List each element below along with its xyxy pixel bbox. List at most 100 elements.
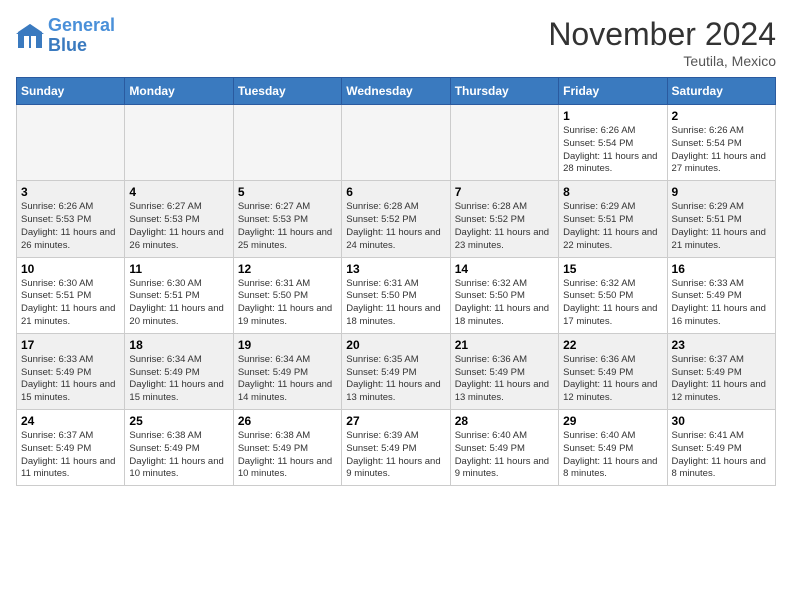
calendar-week-1: 1 Sunrise: 6:26 AM Sunset: 5:54 PM Daylig… — [17, 105, 776, 181]
day-info: Sunrise: 6:41 AM Sunset: 5:49 PM Dayligh… — [672, 430, 771, 481]
calendar-cell: 9 Sunrise: 6:29 AM Sunset: 5:51 PM Daylig… — [667, 181, 775, 257]
day-number: 15 — [563, 262, 662, 276]
weekday-header-thursday: Thursday — [450, 78, 558, 105]
day-info: Sunrise: 6:31 AM Sunset: 5:50 PM Dayligh… — [238, 278, 337, 329]
day-number: 27 — [346, 414, 445, 428]
day-info: Sunrise: 6:27 AM Sunset: 5:53 PM Dayligh… — [129, 201, 228, 252]
day-info: Sunrise: 6:27 AM Sunset: 5:53 PM Dayligh… — [238, 201, 337, 252]
calendar-cell — [125, 105, 233, 181]
day-number: 24 — [21, 414, 120, 428]
calendar-cell: 11Sunrise: 6:30 AM Sunset: 5:51 PM Dayli… — [125, 257, 233, 333]
calendar-cell: 23 Sunrise: 6:37 AM Sunset: 5:49 PM Dayli… — [667, 333, 775, 409]
logo-text: General Blue — [48, 16, 115, 56]
calendar-table: SundayMondayTuesdayWednesdayThursdayFrid… — [16, 77, 776, 486]
day-number: 10 — [21, 262, 120, 276]
calendar-cell: 24 Sunrise: 6:37 AM Sunset: 5:49 PM Dayli… — [17, 410, 125, 486]
calendar-cell: 19 Sunrise: 6:34 AM Sunset: 5:49 PM Dayli… — [233, 333, 341, 409]
day-info: Sunrise: 6:30 AM Sunset: 5:51 PM Dayligh… — [129, 278, 228, 329]
calendar-cell: 6 Sunrise: 6:28 AM Sunset: 5:52 PM Daylig… — [342, 181, 450, 257]
day-number: 16 — [672, 262, 771, 276]
calendar-week-5: 24 Sunrise: 6:37 AM Sunset: 5:49 PM Dayli… — [17, 410, 776, 486]
calendar-cell — [450, 105, 558, 181]
calendar-cell: 29 Sunrise: 6:40 AM Sunset: 5:49 PM Dayli… — [559, 410, 667, 486]
location: Teutila, Mexico — [548, 53, 776, 69]
calendar-cell: 2Sunrise: 6:26 AM Sunset: 5:54 PM Daylig… — [667, 105, 775, 181]
weekday-header-saturday: Saturday — [667, 78, 775, 105]
day-info: Sunrise: 6:36 AM Sunset: 5:49 PM Dayligh… — [563, 354, 662, 405]
day-info: Sunrise: 6:33 AM Sunset: 5:49 PM Dayligh… — [672, 278, 771, 329]
day-info: Sunrise: 6:36 AM Sunset: 5:49 PM Dayligh… — [455, 354, 554, 405]
logo-line1: General — [48, 15, 115, 35]
day-number: 14 — [455, 262, 554, 276]
day-info: Sunrise: 6:31 AM Sunset: 5:50 PM Dayligh… — [346, 278, 445, 329]
calendar-cell: 17 Sunrise: 6:33 AM Sunset: 5:49 PM Dayli… — [17, 333, 125, 409]
day-info: Sunrise: 6:40 AM Sunset: 5:49 PM Dayligh… — [563, 430, 662, 481]
day-info: Sunrise: 6:26 AM Sunset: 5:54 PM Dayligh… — [672, 125, 771, 176]
day-number: 21 — [455, 338, 554, 352]
calendar-cell: 25Sunrise: 6:38 AM Sunset: 5:49 PM Dayli… — [125, 410, 233, 486]
day-number: 6 — [346, 185, 445, 199]
weekday-header-row: SundayMondayTuesdayWednesdayThursdayFrid… — [17, 78, 776, 105]
day-info: Sunrise: 6:28 AM Sunset: 5:52 PM Dayligh… — [346, 201, 445, 252]
calendar-cell: 21 Sunrise: 6:36 AM Sunset: 5:49 PM Dayli… — [450, 333, 558, 409]
day-number: 17 — [21, 338, 120, 352]
day-info: Sunrise: 6:34 AM Sunset: 5:49 PM Dayligh… — [238, 354, 337, 405]
calendar-week-4: 17 Sunrise: 6:33 AM Sunset: 5:49 PM Dayli… — [17, 333, 776, 409]
day-info: Sunrise: 6:26 AM Sunset: 5:53 PM Dayligh… — [21, 201, 120, 252]
day-info: Sunrise: 6:34 AM Sunset: 5:49 PM Dayligh… — [129, 354, 228, 405]
day-number: 9 — [672, 185, 771, 199]
calendar-cell: 26Sunrise: 6:38 AM Sunset: 5:49 PM Dayli… — [233, 410, 341, 486]
day-number: 19 — [238, 338, 337, 352]
day-number: 13 — [346, 262, 445, 276]
page-header: General Blue November 2024 Teutila, Mexi… — [16, 16, 776, 69]
day-number: 18 — [129, 338, 228, 352]
day-number: 29 — [563, 414, 662, 428]
weekday-header-monday: Monday — [125, 78, 233, 105]
calendar-cell: 13 Sunrise: 6:31 AM Sunset: 5:50 PM Dayli… — [342, 257, 450, 333]
day-number: 30 — [672, 414, 771, 428]
calendar-cell: 1 Sunrise: 6:26 AM Sunset: 5:54 PM Daylig… — [559, 105, 667, 181]
day-info: Sunrise: 6:35 AM Sunset: 5:49 PM Dayligh… — [346, 354, 445, 405]
day-number: 7 — [455, 185, 554, 199]
calendar-cell: 14 Sunrise: 6:32 AM Sunset: 5:50 PM Dayli… — [450, 257, 558, 333]
month-year: November 2024 — [548, 16, 776, 53]
day-info: Sunrise: 6:37 AM Sunset: 5:49 PM Dayligh… — [672, 354, 771, 405]
day-info: Sunrise: 6:32 AM Sunset: 5:50 PM Dayligh… — [563, 278, 662, 329]
weekday-header-wednesday: Wednesday — [342, 78, 450, 105]
calendar-cell: 7 Sunrise: 6:28 AM Sunset: 5:52 PM Daylig… — [450, 181, 558, 257]
calendar-cell: 12 Sunrise: 6:31 AM Sunset: 5:50 PM Dayli… — [233, 257, 341, 333]
day-info: Sunrise: 6:37 AM Sunset: 5:49 PM Dayligh… — [21, 430, 120, 481]
calendar-cell — [17, 105, 125, 181]
day-number: 1 — [563, 109, 662, 123]
calendar-cell: 20 Sunrise: 6:35 AM Sunset: 5:49 PM Dayli… — [342, 333, 450, 409]
calendar-cell: 16 Sunrise: 6:33 AM Sunset: 5:49 PM Dayli… — [667, 257, 775, 333]
calendar-cell: 28 Sunrise: 6:40 AM Sunset: 5:49 PM Dayli… — [450, 410, 558, 486]
day-info: Sunrise: 6:33 AM Sunset: 5:49 PM Dayligh… — [21, 354, 120, 405]
weekday-header-friday: Friday — [559, 78, 667, 105]
logo-line2: Blue — [48, 35, 87, 55]
day-number: 23 — [672, 338, 771, 352]
day-info: Sunrise: 6:26 AM Sunset: 5:54 PM Dayligh… — [563, 125, 662, 176]
calendar-cell: 3 Sunrise: 6:26 AM Sunset: 5:53 PM Daylig… — [17, 181, 125, 257]
calendar-cell: 15 Sunrise: 6:32 AM Sunset: 5:50 PM Dayli… — [559, 257, 667, 333]
day-number: 3 — [21, 185, 120, 199]
calendar-cell: 5 Sunrise: 6:27 AM Sunset: 5:53 PM Daylig… — [233, 181, 341, 257]
day-info: Sunrise: 6:28 AM Sunset: 5:52 PM Dayligh… — [455, 201, 554, 252]
day-info: Sunrise: 6:29 AM Sunset: 5:51 PM Dayligh… — [672, 201, 771, 252]
calendar-cell: 4 Sunrise: 6:27 AM Sunset: 5:53 PM Daylig… — [125, 181, 233, 257]
day-info: Sunrise: 6:40 AM Sunset: 5:49 PM Dayligh… — [455, 430, 554, 481]
day-number: 28 — [455, 414, 554, 428]
calendar-cell — [233, 105, 341, 181]
title-block: November 2024 Teutila, Mexico — [548, 16, 776, 69]
day-number: 12 — [238, 262, 337, 276]
day-number: 5 — [238, 185, 337, 199]
day-number: 26 — [238, 414, 337, 428]
day-number: 22 — [563, 338, 662, 352]
calendar-cell: 22 Sunrise: 6:36 AM Sunset: 5:49 PM Dayli… — [559, 333, 667, 409]
day-number: 4 — [129, 185, 228, 199]
calendar-week-3: 10 Sunrise: 6:30 AM Sunset: 5:51 PM Dayli… — [17, 257, 776, 333]
calendar-week-2: 3 Sunrise: 6:26 AM Sunset: 5:53 PM Daylig… — [17, 181, 776, 257]
day-number: 20 — [346, 338, 445, 352]
day-info: Sunrise: 6:32 AM Sunset: 5:50 PM Dayligh… — [455, 278, 554, 329]
day-info: Sunrise: 6:30 AM Sunset: 5:51 PM Dayligh… — [21, 278, 120, 329]
